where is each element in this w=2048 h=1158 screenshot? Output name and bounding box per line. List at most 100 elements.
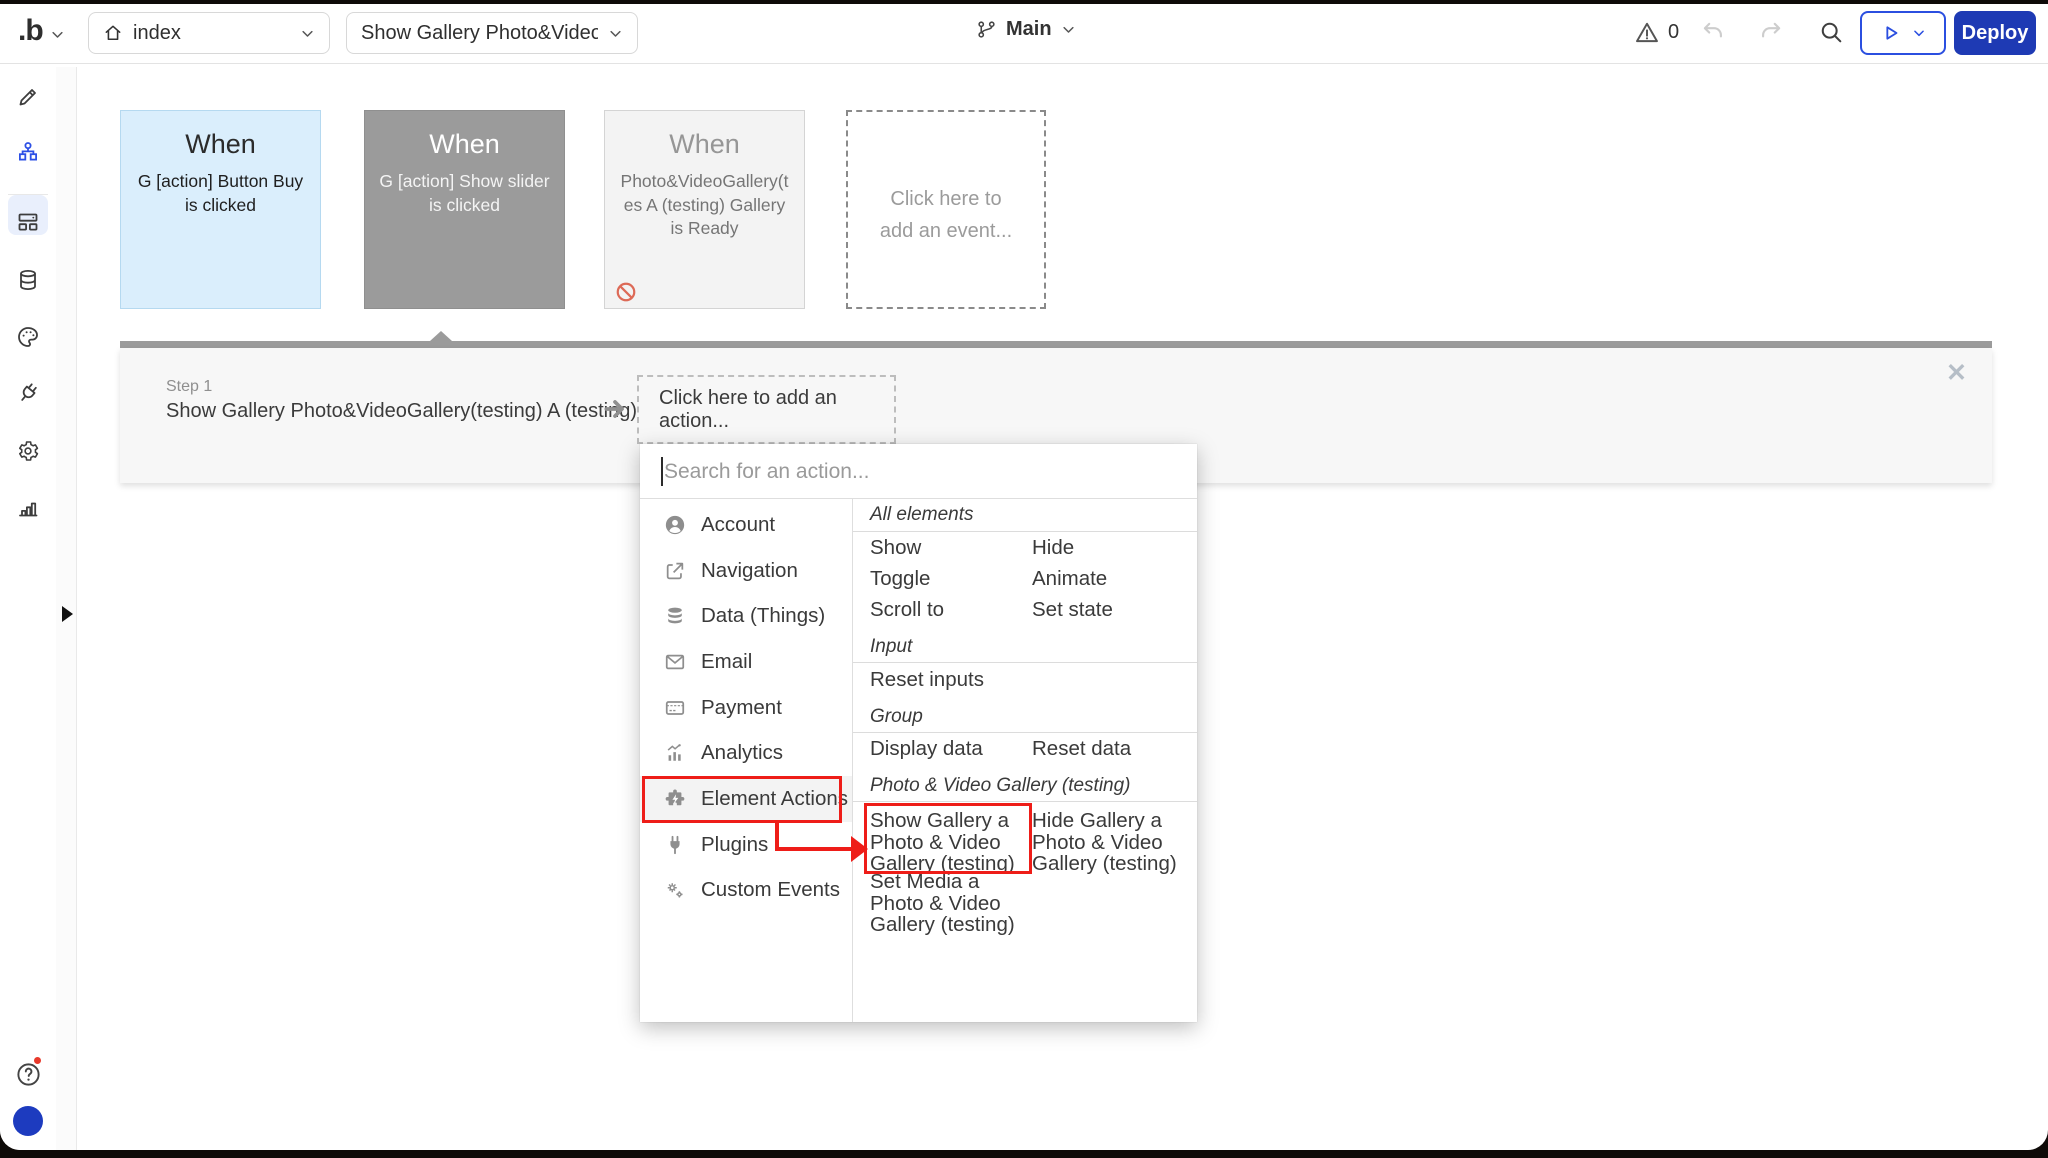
section-rule — [853, 662, 1197, 663]
chevron-down-icon — [302, 30, 313, 37]
category-account[interactable]: Account — [640, 502, 852, 548]
action-search-row — [640, 444, 1197, 499]
add-event-card[interactable]: Click here to add an event... — [846, 110, 1046, 309]
section-rule — [853, 801, 1197, 802]
category-custom-events[interactable]: Custom Events — [640, 867, 852, 913]
step-title[interactable]: Show Gallery Photo&VideoGallery(testing)… — [166, 400, 637, 423]
plugins-plug-icon[interactable] — [16, 381, 40, 405]
action-category-list: Account Navigation Data (Things) Email P… — [640, 499, 853, 1022]
menu-item-set-state[interactable]: Set state — [1032, 598, 1113, 622]
action-search-input[interactable] — [662, 452, 1176, 492]
menu-item-animate[interactable]: Animate — [1032, 567, 1107, 591]
arrow-right-icon — [604, 400, 624, 418]
page-selector-dropdown[interactable]: index — [88, 12, 330, 54]
category-analytics[interactable]: Analytics — [640, 730, 852, 776]
preview-button[interactable] — [1860, 11, 1946, 55]
notification-dot — [34, 1057, 41, 1064]
chevron-down-icon — [1062, 26, 1074, 33]
analytics-icon — [667, 744, 681, 761]
text-caret — [661, 457, 663, 486]
add-action-box[interactable]: Click here to add an action... — [637, 375, 896, 444]
section-header-group: Group — [870, 706, 923, 727]
event-title: When — [185, 129, 256, 159]
action-menu-popup: Account Navigation Data (Things) Email P… — [640, 444, 1197, 1022]
category-plugins[interactable]: Plugins — [640, 822, 852, 868]
event-body: G [action] Show slider is clicked — [379, 171, 550, 215]
menu-item-reset-data[interactable]: Reset data — [1032, 737, 1131, 761]
deploy-button[interactable]: Deploy — [1954, 11, 2036, 55]
app-window: .b index Show Gallery Photo&Video... Mai… — [0, 4, 2048, 1150]
event-title: When — [669, 129, 740, 159]
branch-selector[interactable]: Main — [976, 18, 1076, 41]
section-header-all-elements: All elements — [870, 504, 974, 525]
disabled-ban-icon — [616, 282, 636, 302]
annotation-arrowhead-icon — [851, 836, 868, 862]
workflow-selector-dropdown[interactable]: Show Gallery Photo&Video... — [346, 12, 638, 54]
add-action-label: Click here to add an action... — [659, 386, 837, 432]
search-icon[interactable] — [1818, 19, 1844, 45]
workflow-selector-label: Show Gallery Photo&Video... — [361, 21, 598, 44]
strip-pointer-triangle — [430, 331, 452, 341]
step-number: Step 1 — [166, 378, 213, 395]
event-card-show-slider[interactable]: When G [action] Show slider is clicked — [364, 110, 565, 309]
chevron-down-icon — [610, 30, 621, 37]
undo-icon[interactable] — [1700, 19, 1726, 45]
category-email[interactable]: Email — [640, 639, 852, 685]
workflow-tab-icon[interactable] — [16, 140, 40, 164]
bubble-logo[interactable]: .b — [18, 14, 44, 48]
section-rule — [853, 732, 1197, 733]
menu-item-show[interactable]: Show — [870, 536, 921, 560]
play-icon — [1886, 26, 1898, 40]
styles-palette-icon[interactable] — [16, 325, 40, 349]
menu-item-reset-inputs[interactable]: Reset inputs — [870, 668, 984, 692]
top-toolbar: .b index Show Gallery Photo&Video... Mai… — [0, 4, 2048, 64]
database-icon[interactable] — [16, 268, 40, 292]
category-navigation[interactable]: Navigation — [640, 548, 852, 594]
section-rule — [853, 531, 1197, 532]
event-card-gallery-ready[interactable]: When Photo&VideoGallery(tes A (testing) … — [604, 110, 805, 309]
help-icon[interactable] — [15, 1061, 42, 1088]
design-pencil-icon[interactable] — [16, 85, 40, 109]
event-body: G [action] Button Buy is clicked — [137, 171, 304, 215]
deploy-label: Deploy — [1961, 21, 2029, 44]
section-header-input: Input — [870, 636, 913, 657]
chevron-down-icon — [1914, 30, 1924, 37]
settings-gear-icon[interactable] — [16, 439, 40, 463]
database-icon — [668, 607, 682, 624]
menu-item-toggle[interactable]: Toggle — [870, 567, 930, 591]
menu-item-scroll-to[interactable]: Scroll to — [870, 598, 944, 622]
menu-item-display-data[interactable]: Display data — [870, 737, 983, 761]
category-element-actions[interactable]: Element Actions — [640, 776, 852, 822]
menu-item-hide-gallery[interactable]: Hide Gallery a Photo & Video Gallery (te… — [1032, 810, 1190, 875]
page-selector-label: index — [133, 21, 181, 44]
close-icon[interactable]: ✕ — [1946, 358, 1967, 388]
chevron-down-icon[interactable] — [50, 27, 65, 42]
event-body: Photo&VideoGallery(tes A (testing) Galle… — [620, 171, 789, 239]
share-icon — [666, 562, 684, 580]
issues-count[interactable]: 0 — [1668, 21, 1679, 44]
category-data-things[interactable]: Data (Things) — [640, 593, 852, 639]
bubble-workflow-editor: .b index Show Gallery Photo&Video... Mai… — [0, 0, 2048, 1158]
menu-item-hide[interactable]: Hide — [1032, 536, 1074, 560]
git-branch-icon — [978, 21, 995, 38]
avatar[interactable] — [13, 1106, 43, 1136]
menu-item-show-gallery[interactable]: Show Gallery a Photo & Video Gallery (te… — [870, 810, 1028, 875]
expand-panel-arrow-icon[interactable] — [62, 606, 73, 622]
section-header-photo-video-gallery: Photo & Video Gallery (testing) — [870, 775, 1131, 796]
components-icon[interactable] — [16, 210, 40, 234]
strip-top-bar — [120, 341, 1992, 348]
gears-icon — [667, 883, 683, 898]
credit-card-icon — [665, 701, 685, 715]
plug-icon — [670, 835, 680, 855]
annotation-arrow-line — [775, 847, 853, 851]
issues-warning-icon[interactable] — [1634, 20, 1660, 46]
sidebar-divider — [8, 194, 48, 195]
logs-chart-icon[interactable] — [16, 495, 40, 519]
account-icon — [665, 515, 685, 535]
category-payment[interactable]: Payment — [640, 685, 852, 731]
branch-label: Main — [1006, 18, 1052, 40]
add-event-label: Click here to add an event... — [879, 187, 1013, 242]
event-card-button-buy[interactable]: When G [action] Button Buy is clicked — [120, 110, 321, 309]
menu-item-set-media-gallery[interactable]: Set Media a Photo & Video Gallery (testi… — [870, 871, 1028, 936]
redo-icon[interactable] — [1758, 19, 1784, 45]
